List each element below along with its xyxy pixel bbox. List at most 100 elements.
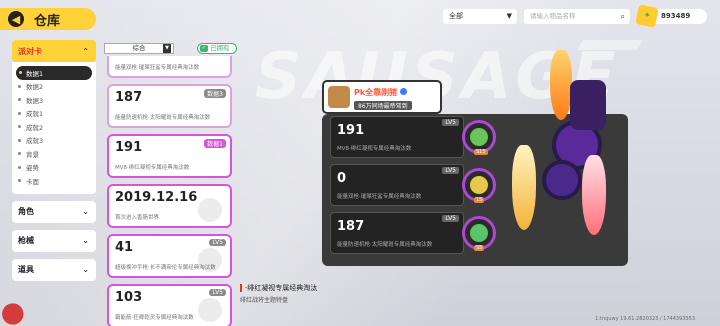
chevron-down-icon: ▼ — [506, 12, 512, 20]
bg-stripe — [577, 40, 643, 50]
card-level: LV5 — [209, 239, 226, 246]
sidebar-subitem-pose[interactable]: 姿势 — [12, 161, 96, 175]
avatar — [328, 86, 350, 108]
stat-level: LV5 — [442, 167, 459, 174]
character-illustration — [502, 50, 628, 250]
search-placeholder: 请输入物品名称 — [530, 12, 576, 20]
card-value: 191 — [115, 140, 143, 155]
stat-level: LV5 — [442, 119, 459, 126]
list-item[interactable]: 103 LV5 霸能箭·狂卿乾灵专属经典淘汰数 — [107, 284, 232, 326]
stat-entry: 0 LV5 能量双枪·璀璨狂鲨专属经典淘汰数 — [330, 164, 464, 206]
sidebar-subitem-data3[interactable]: 数据3 — [12, 93, 96, 107]
sidebar-subitem-achieve3[interactable]: 成就3 — [12, 134, 96, 148]
top-bar: ◀ 仓库 全部 ▼ 请输入物品名称 ⌕ ✦ 893489 — [0, 0, 720, 34]
sidebar-item-party-card[interactable]: 派对卡 ⌃ — [12, 40, 96, 62]
wheel-shape — [542, 160, 582, 200]
list-item[interactable]: 2019.12.16 首次进入香肠世界 — [107, 184, 232, 228]
card-desc: 超级换冲手枪·长不满帝伦专属经典淘汰数 — [115, 265, 216, 271]
name-card-preview: 191 LV5 MV8·绯红凝视专属经典淘汰数 0 LV5 能量双枪·璀璨狂鲨专… — [322, 50, 628, 266]
medal-emblem — [470, 224, 488, 242]
sidebar-subitem-data1[interactable]: 数据1 — [16, 66, 92, 80]
chevron-down-icon: ▼ — [163, 44, 171, 53]
medal-emblem — [470, 128, 488, 146]
sort-select-value: 综合 — [132, 44, 146, 52]
card-value: 187 — [115, 90, 143, 105]
sidebar-subitem-achieve1[interactable]: 成就1 — [12, 107, 96, 121]
sort-select[interactable]: 综合 ▼ — [104, 43, 174, 54]
player-name: Pk全靠刚猪 — [354, 87, 408, 98]
card-decoration — [198, 198, 222, 222]
stat-level: LV5 — [442, 215, 459, 222]
medal-tag: S5 — [474, 245, 485, 251]
sidebar-item-character[interactable]: 角色 ⌄ — [12, 200, 96, 223]
chevron-down-icon: ⌄ — [82, 236, 89, 245]
currency-display: ✦ 893489 — [635, 4, 707, 28]
list-item-selected[interactable]: 191 数据1 MV8·绯红凝视专属经典淘汰数 — [107, 134, 232, 178]
stat-value: 0 — [337, 171, 347, 186]
stat-entry: 187 LV5 能量防速机枪·太阳耀斑专属经典淘汰数 — [330, 212, 464, 254]
medal-emblem — [470, 176, 488, 194]
sidebar: 派对卡 ⌃ 数据1 数据2 数据3 成就1 成就2 成就3 背景 姿势 卡面 角… — [12, 40, 96, 281]
card-desc: 首次进入香肠世界 — [115, 215, 160, 221]
medal-icon: S5 — [462, 216, 496, 251]
sidebar-item-label: 派对卡 — [18, 46, 42, 56]
page-title: 仓库 — [34, 13, 61, 29]
card-list[interactable]: 能量双枪·璀璨狂鲨专属经典淘汰数 187 数据3 能量防速机枪·太阳耀斑专属经典… — [107, 56, 235, 326]
card-value: 41 — [115, 240, 134, 255]
coin-value: 893489 — [661, 12, 691, 20]
stat-desc: 能量双枪·璀璨狂鲨专属经典淘汰数 — [337, 194, 422, 200]
player-name-text: Pk全靠刚猪 — [354, 88, 398, 97]
stat-entry: 191 LV5 MV8·绯红凝视专属经典淘汰数 — [330, 116, 464, 158]
list-item[interactable]: 187 数据3 能量防速机枪·太阳耀斑专属经典淘汰数 — [107, 84, 232, 128]
medal-icon: S15 — [462, 120, 496, 155]
verified-icon — [400, 88, 408, 95]
card-desc: MV8·绯红凝视专属经典淘汰数 — [115, 165, 190, 171]
check-icon: ✓ — [200, 45, 208, 52]
player-title: 86万同场最帝驾到 — [354, 101, 412, 110]
caption-accent — [240, 284, 242, 292]
sidebar-sublist: 数据1 数据2 数据3 成就1 成就2 成就3 背景 姿势 卡面 — [12, 62, 96, 194]
stat-desc: 能量防速机枪·太阳耀斑专属经典淘汰数 — [337, 242, 433, 248]
card-desc: 能量双枪·璀璨狂鲨专属经典淘汰数 — [115, 65, 200, 71]
card-badge: 数据3 — [204, 89, 226, 98]
stat-value: 191 — [337, 123, 365, 138]
sidebar-item-props[interactable]: 道具 ⌄ — [12, 258, 96, 281]
stat-value: 187 — [337, 219, 365, 234]
sidebar-subitem-background[interactable]: 背景 — [12, 147, 96, 161]
sidebar-subitem-achieve2[interactable]: 成就2 — [12, 120, 96, 134]
category-select-value: 全部 — [449, 12, 463, 20]
title-tag: ◀ 仓库 — [0, 8, 96, 30]
list-item[interactable]: 41 LV5 超级换冲手枪·长不满帝伦专属经典淘汰数 — [107, 234, 232, 278]
search-icon[interactable]: ⌕ — [621, 9, 625, 24]
card-decoration — [198, 298, 222, 322]
card-badge: 数据1 — [204, 139, 226, 148]
sidebar-subitem-cardface[interactable]: 卡面 — [12, 174, 96, 188]
selected-card-subcaption: 绯红战将主题特盘 — [240, 297, 289, 304]
sidebar-item-weapon[interactable]: 枪械 ⌄ — [12, 229, 96, 252]
medal-tag: S15 — [474, 149, 488, 155]
flame-shape — [550, 50, 572, 120]
selected-card-caption: ·绯红凝视专属经典淘汰 — [240, 283, 317, 293]
medal-tag: 15 — [474, 197, 485, 203]
coin-icon: ✦ — [635, 4, 659, 28]
back-arrow-icon[interactable]: ◀ — [8, 11, 24, 27]
flame-shape — [582, 155, 606, 235]
player-header: Pk全靠刚猪 86万同场最帝驾到 — [322, 80, 442, 114]
flame-shape — [512, 145, 536, 230]
sidebar-item-label: 角色 — [18, 207, 34, 216]
sidebar-item-label: 道具 — [18, 265, 34, 274]
owned-filter-toggle[interactable]: ✓ 已拥有 — [197, 43, 237, 54]
sidebar-item-label: 枪械 — [18, 236, 34, 245]
card-level: LV5 — [209, 289, 226, 296]
card-desc: 霸能箭·狂卿乾灵专属经典淘汰数 — [115, 315, 194, 321]
card-desc: 能量防速机枪·太阳耀斑专属经典淘汰数 — [115, 115, 211, 121]
chevron-down-icon: ⌄ — [82, 265, 89, 274]
corner-logo — [0, 296, 32, 326]
medal-icon: 15 — [462, 168, 496, 203]
sidebar-subitem-data2[interactable]: 数据2 — [12, 80, 96, 94]
stat-desc: MV8·绯红凝视专属经典淘汰数 — [337, 146, 412, 152]
owned-filter-label: 已拥有 — [210, 44, 230, 52]
list-item[interactable]: 能量双枪·璀璨狂鲨专属经典淘汰数 — [107, 56, 232, 78]
search-input[interactable]: 请输入物品名称 ⌕ — [524, 9, 630, 24]
category-select[interactable]: 全部 ▼ — [443, 9, 517, 24]
